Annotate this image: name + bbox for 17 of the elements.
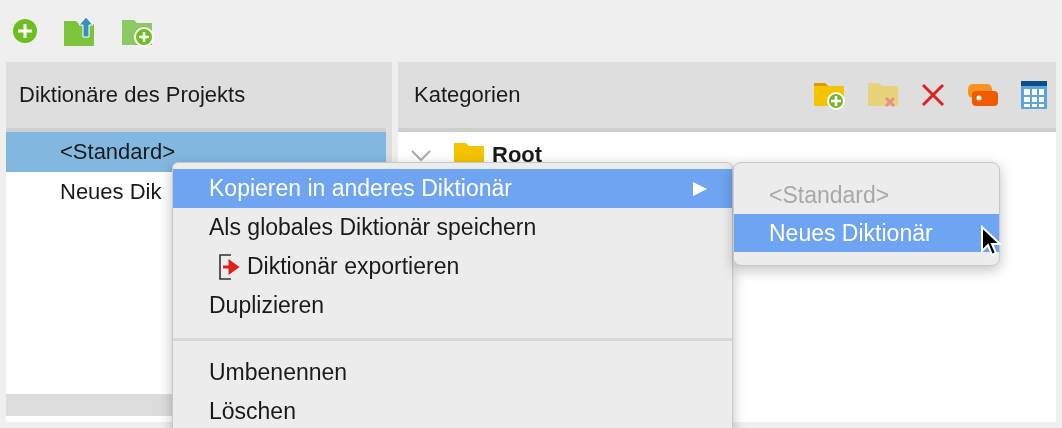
- folder-upload-icon[interactable]: [62, 15, 96, 47]
- menu-item[interactable]: Umbenennen: [173, 353, 732, 392]
- close-icon[interactable]: [920, 82, 946, 108]
- folder-add-icon[interactable]: [812, 80, 846, 110]
- mouse-pointer-icon: [980, 225, 1002, 257]
- table-icon[interactable]: [1020, 80, 1048, 110]
- menu-item[interactable]: Duplizieren: [173, 286, 732, 325]
- folder-remove-icon[interactable]: [866, 80, 900, 110]
- menu-item[interactable]: Löschen: [173, 392, 732, 428]
- tag-icon[interactable]: [966, 82, 1000, 108]
- menu-item[interactable]: Diktionär exportieren: [173, 247, 732, 286]
- panel-title: Diktionäre des Projekts: [19, 82, 246, 108]
- add-icon[interactable]: [12, 18, 38, 44]
- submenu-arrow-icon: [692, 181, 708, 197]
- chevron-icon[interactable]: [410, 148, 432, 162]
- menu-item[interactable]: Als globales Diktionär speichern: [173, 208, 732, 247]
- panel-title: Kategorien: [414, 82, 521, 108]
